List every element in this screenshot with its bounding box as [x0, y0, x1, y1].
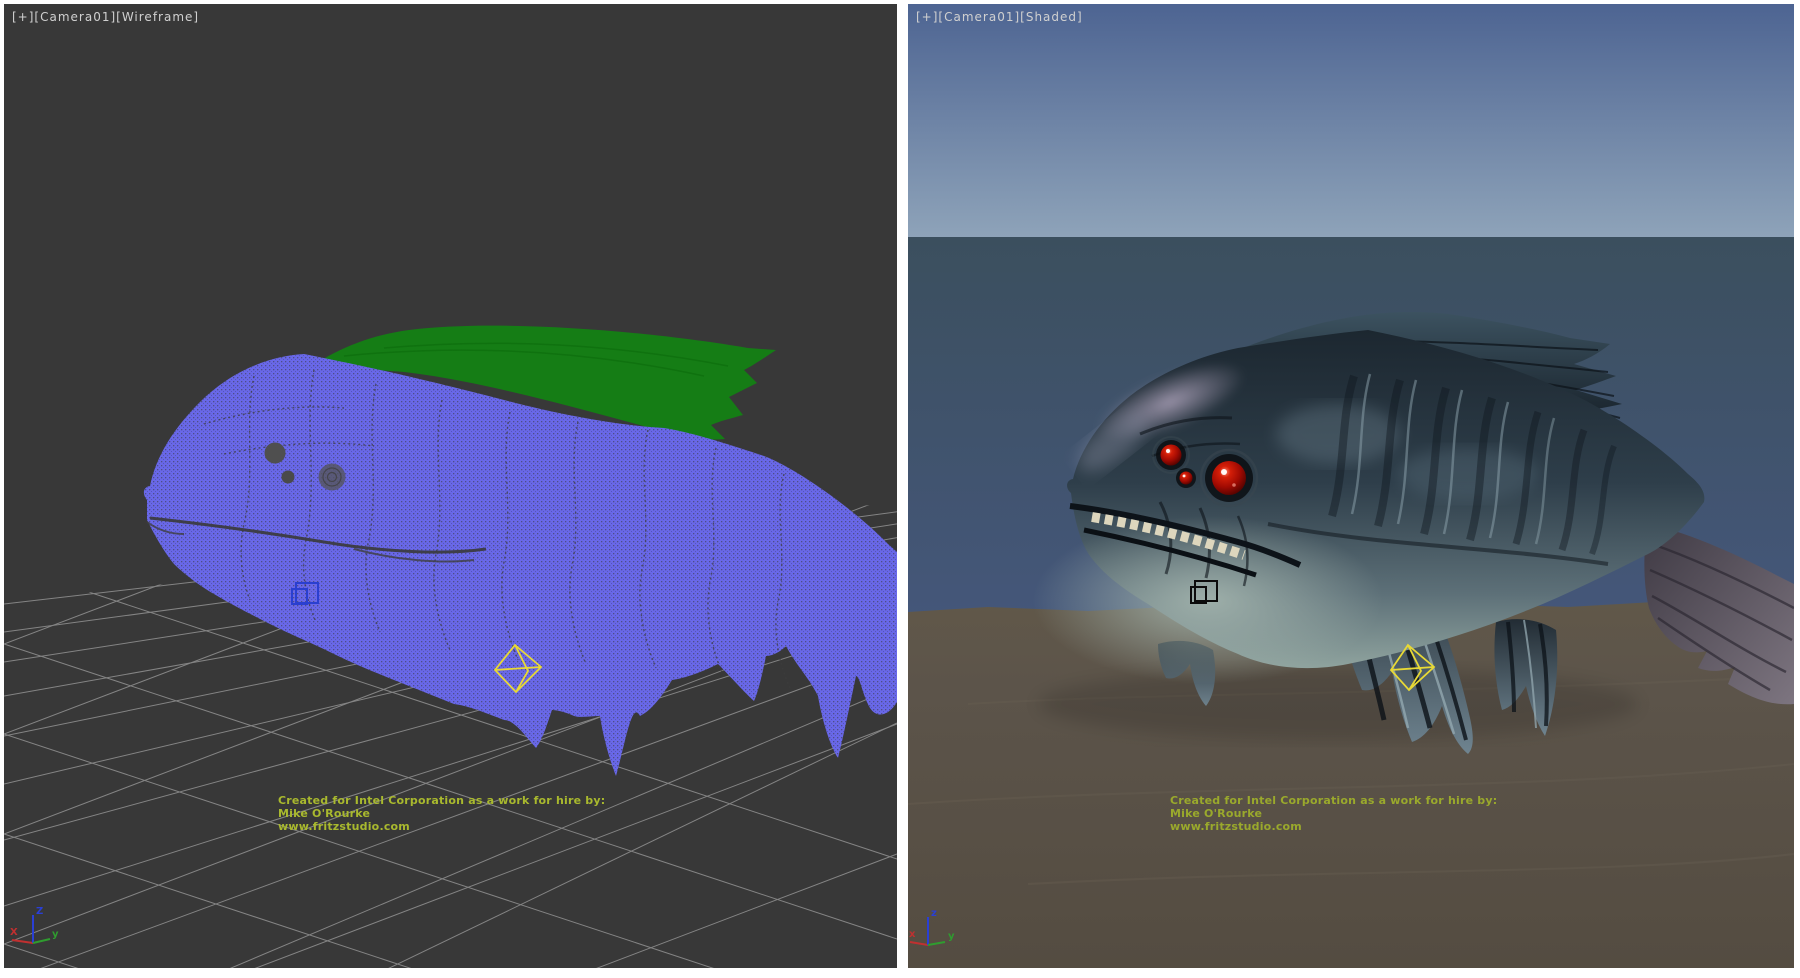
viewport-camera01-shaded[interactable]: x z y [+][Camera01][Shaded] Created for …: [908, 4, 1794, 968]
flank-mottle-2: [1398, 448, 1538, 500]
credit-line-1: Created for Intel Corporation as a work …: [278, 794, 605, 807]
z-axis-label: Z: [36, 906, 43, 917]
y-axis-line: [33, 939, 50, 943]
fish-eye-upper: [1153, 437, 1189, 473]
credit-line-2: Mike O'Rourke: [1170, 807, 1497, 820]
credit-text-overlay: Created for Intel Corporation as a work …: [278, 794, 605, 833]
z-axis-label: z: [931, 908, 937, 919]
viewport-label-wireframe[interactable]: [+][Camera01][Wireframe]: [12, 10, 199, 24]
credit-line-2: Mike O'Rourke: [278, 807, 605, 820]
credit-line-3: www.fritzstudio.com: [1170, 820, 1497, 833]
viewport-camera01-wireframe[interactable]: X Z y [+][Camera01][Wireframe] Created f…: [4, 4, 897, 968]
credit-line-3: www.fritzstudio.com: [278, 820, 605, 833]
fish-eye-large: [1201, 450, 1257, 506]
fish-model-wireframe[interactable]: [144, 326, 897, 776]
x-axis-label: X: [10, 927, 18, 938]
x-axis-label: x: [909, 929, 916, 940]
fish-eye-wireframe-large: [265, 443, 286, 464]
credit-line-1: Created for Intel Corporation as a work …: [1170, 794, 1497, 807]
y-axis-label: y: [948, 931, 955, 942]
credit-text-overlay: Created for Intel Corporation as a work …: [1170, 794, 1497, 833]
sky-gradient: [908, 4, 1794, 237]
y-axis-label: y: [52, 929, 59, 940]
fish-eye-wireframe-meshed: [319, 464, 346, 491]
axis-tripod: X Z y: [10, 906, 59, 943]
dual-viewport-screenshot: { "viewports": { "left": { "label": "[+]…: [0, 0, 1800, 978]
fish-body-stipple: [144, 354, 897, 776]
viewport-label-shaded[interactable]: [+][Camera01][Shaded]: [916, 10, 1083, 24]
x-axis-line: [12, 940, 33, 943]
fish-eye-small: [1176, 468, 1196, 488]
fish-eye-wireframe-small: [282, 471, 295, 484]
